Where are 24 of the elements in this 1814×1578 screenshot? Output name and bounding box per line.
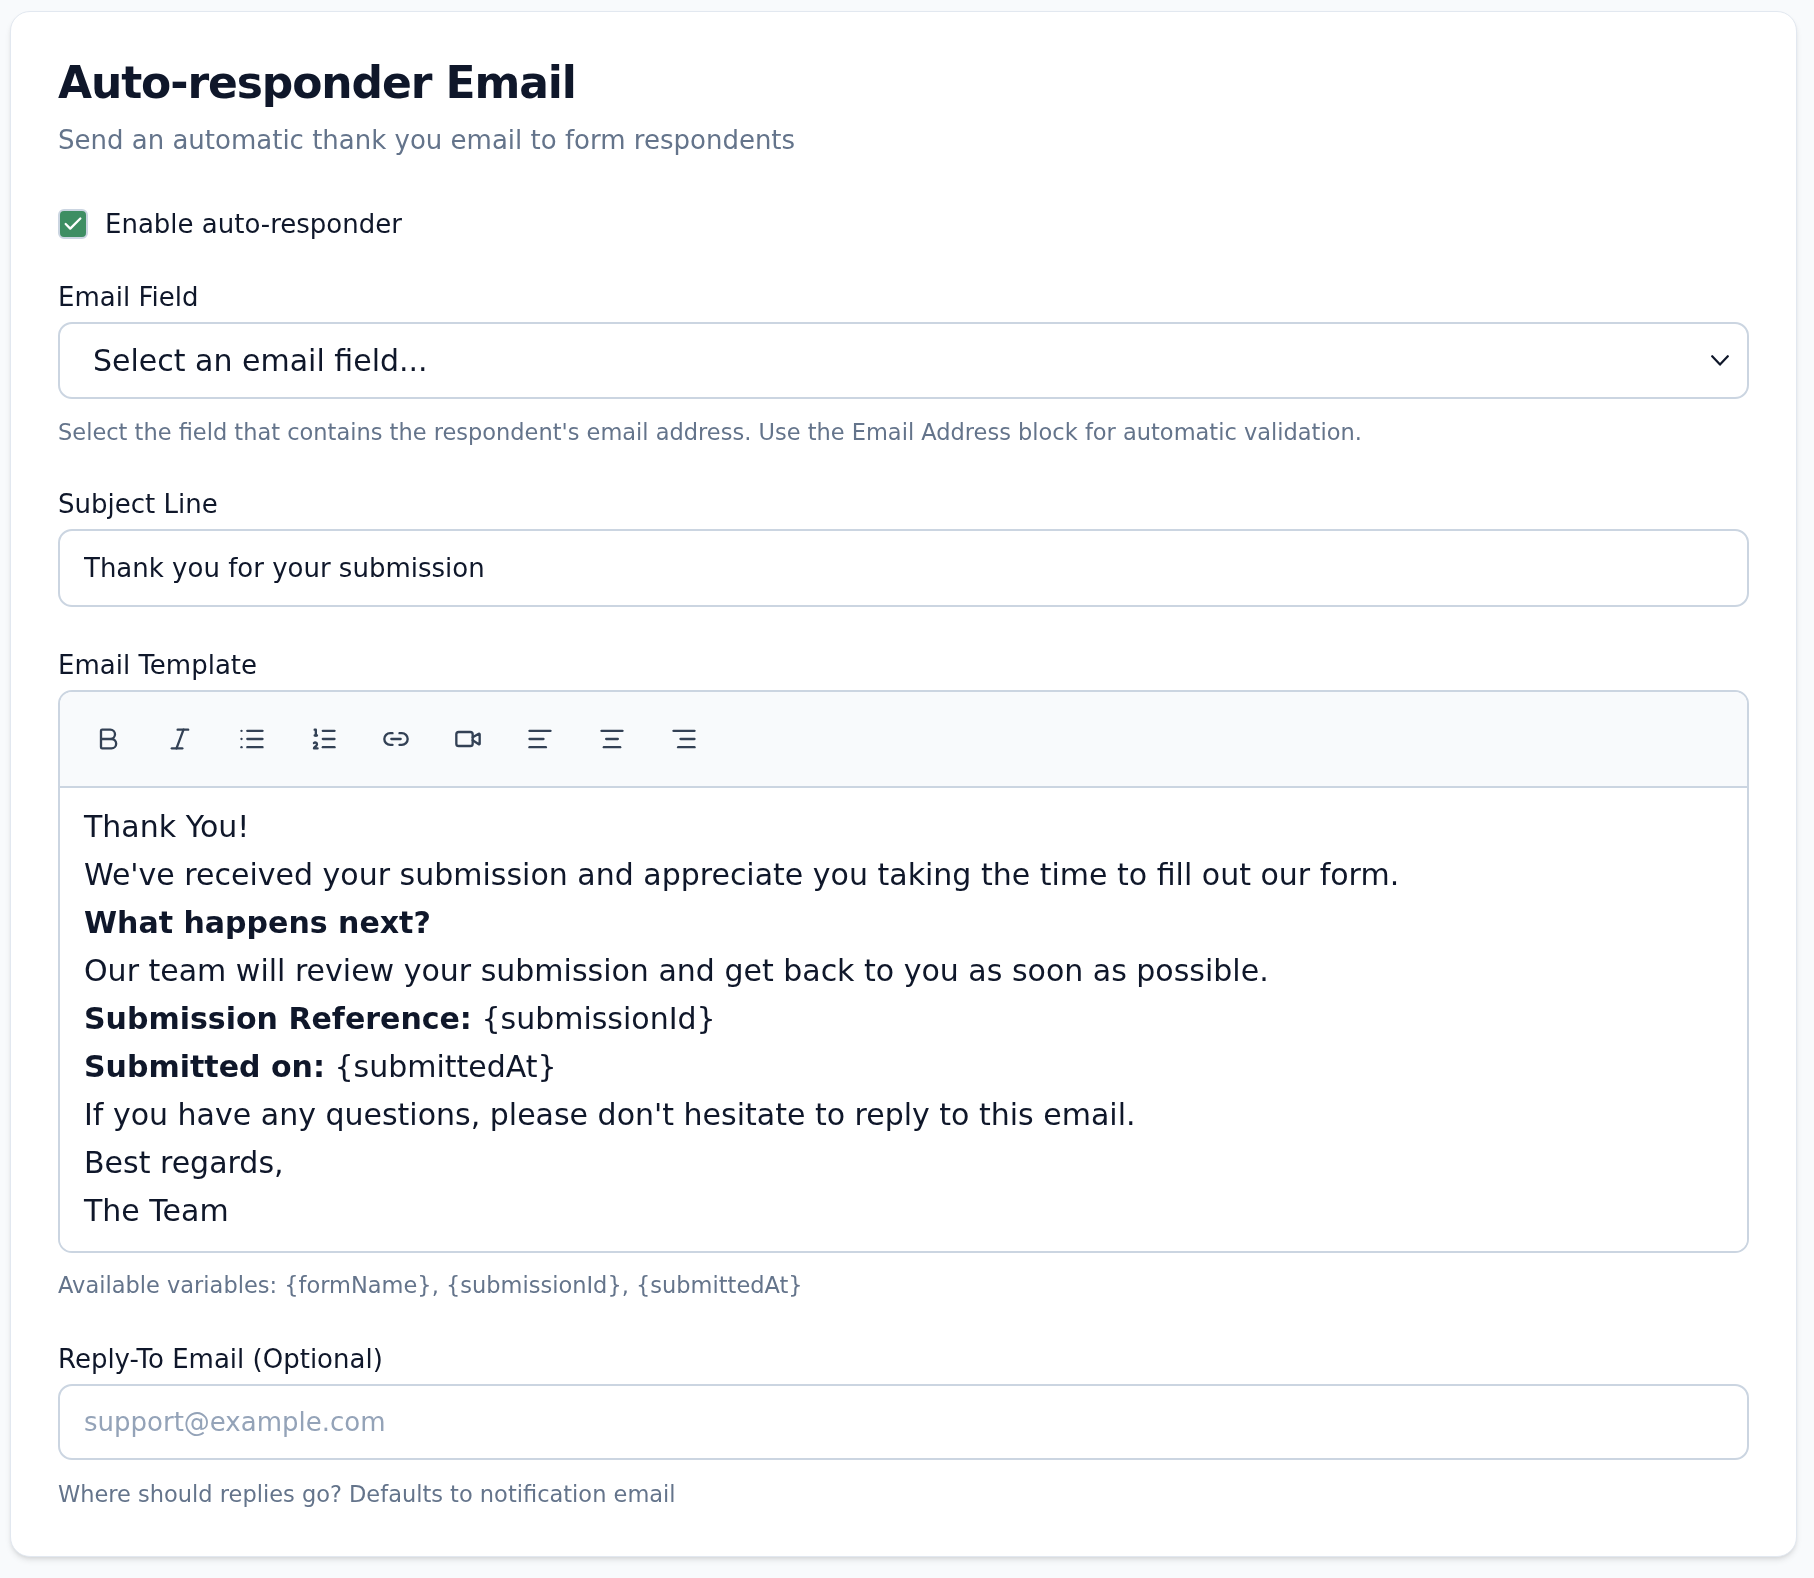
template-line: The Team bbox=[84, 1192, 229, 1230]
reply-to-input[interactable]: support@example.com bbox=[58, 1384, 1749, 1460]
email-field-help: Select the field that contains the respondent's email address. Use the Email Address block for automatic validation. bbox=[58, 418, 1362, 447]
email-field-label: Email Field bbox=[58, 281, 199, 314]
template-line: Our team will review your submission and get back to you as soon as possible. bbox=[84, 952, 1269, 990]
email-template-label: Email Template bbox=[58, 649, 258, 682]
template-line: If you have any questions, please don't hesitate to reply to this email. bbox=[84, 1096, 1136, 1134]
reply-to-help: Where should replies go? Defaults to notification email bbox=[58, 1480, 676, 1509]
email-field-select[interactable]: Select an email field... bbox=[58, 322, 1749, 399]
reply-to-label: Reply-To Email (Optional) bbox=[58, 1343, 383, 1376]
card-title: Auto-responder Email bbox=[58, 56, 576, 110]
template-line: Thank You! bbox=[84, 808, 250, 846]
template-variables-help: Available variables: {formName}, {submissionId}, {submittedAt} bbox=[58, 1271, 803, 1300]
template-line: What happens next? bbox=[84, 904, 431, 942]
template-line: We've received your submission and appreciate you taking the time to fill out our form. bbox=[84, 856, 1400, 894]
subject-line-input[interactable]: Thank you for your submission bbox=[58, 529, 1749, 607]
enable-checkbox[interactable] bbox=[58, 209, 88, 239]
subject-line-label: Subject Line bbox=[58, 488, 218, 521]
chevron-down-icon bbox=[1711, 355, 1729, 366]
template-line: Submitted on: {submittedAt} bbox=[84, 1048, 557, 1086]
enable-label: Enable auto-responder bbox=[105, 208, 402, 241]
template-line: Best regards, bbox=[84, 1144, 284, 1182]
card-subtitle: Send an automatic thank you email to form respondents bbox=[58, 124, 796, 157]
template-line: Submission Reference: {submissionId} bbox=[84, 1000, 716, 1038]
